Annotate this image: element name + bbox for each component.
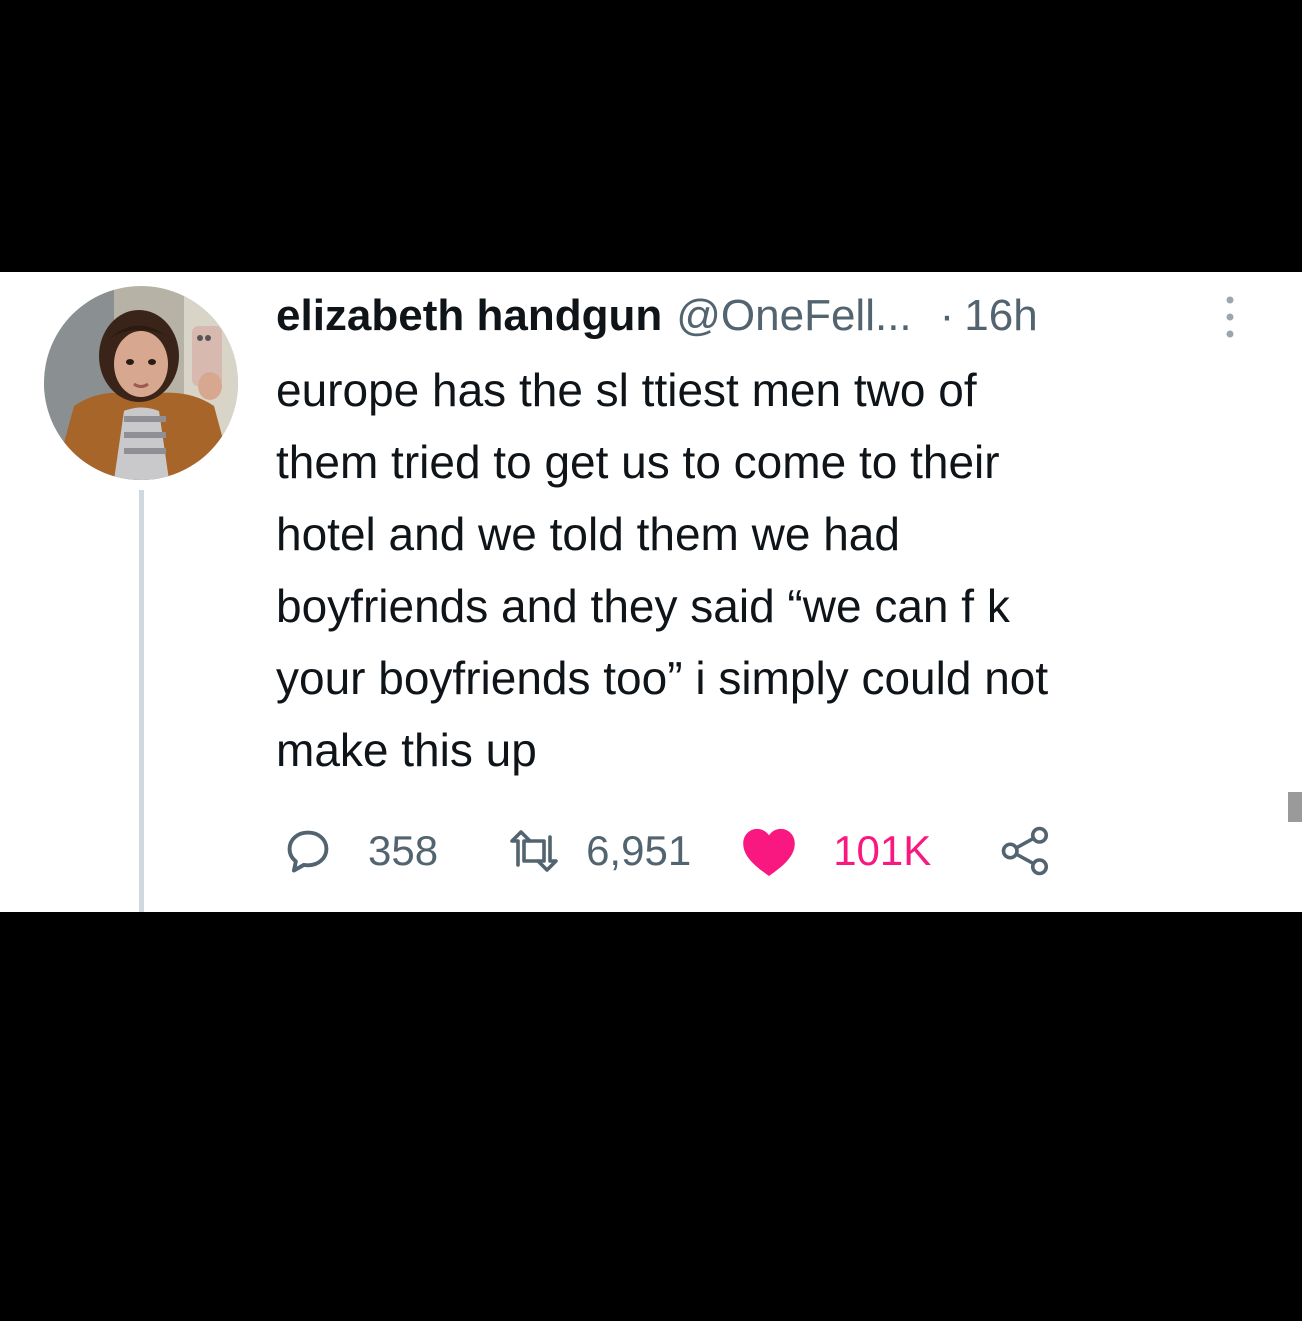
reply-button[interactable]: 358 xyxy=(282,825,438,877)
scrollbar-thumb[interactable] xyxy=(1288,792,1302,822)
header-separator: · xyxy=(939,291,955,340)
vertical-dots-icon[interactable] xyxy=(1222,294,1238,340)
like-count: 101K xyxy=(833,827,932,874)
share-button[interactable] xyxy=(999,824,1053,878)
reply-count: 358 xyxy=(368,827,439,874)
heart-icon xyxy=(739,824,799,878)
share-icon xyxy=(999,824,1053,878)
retweet-icon xyxy=(506,825,562,877)
avatar-photo xyxy=(44,286,238,480)
retweet-count: 6,951 xyxy=(586,827,692,874)
tweet-actions: 358 6,951 101K xyxy=(282,816,1053,886)
tweet-timestamp[interactable]: 16h xyxy=(964,291,1037,341)
comment-icon xyxy=(282,825,334,877)
tweet-text: europe has the sl ttiest men two of them… xyxy=(276,364,1049,776)
author-handle[interactable]: @OneFell... xyxy=(676,291,911,341)
thread-connector-line xyxy=(139,490,144,912)
retweet-button[interactable]: 6,951 xyxy=(506,825,691,877)
author-display-name[interactable]: elizabeth handgun xyxy=(276,291,662,341)
like-button[interactable]: 101K xyxy=(739,824,931,878)
avatar[interactable] xyxy=(44,286,238,480)
tweet-card[interactable]: elizabeth handgun @OneFell... · 16h euro… xyxy=(0,272,1302,912)
tweet-header: elizabeth handgun @OneFell... · 16h xyxy=(276,286,1038,346)
